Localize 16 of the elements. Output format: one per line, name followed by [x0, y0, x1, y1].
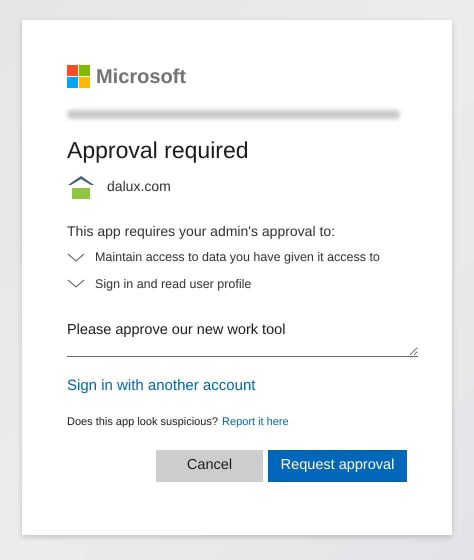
report-question: Does this app look suspicious?	[67, 414, 218, 430]
report-link[interactable]: Report it here	[222, 414, 289, 430]
switch-account-link[interactable]: Sign in with another account	[67, 375, 256, 398]
chevron-icon	[67, 279, 85, 288]
intro-text: This app requires your admin's approval to:	[67, 222, 336, 241]
brand-name: Microsoft	[96, 66, 186, 86]
dialog-title: Approval required	[67, 136, 250, 165]
app-domain: dalux.com	[107, 177, 171, 196]
house-icon	[67, 174, 95, 199]
logo-icon	[67, 65, 90, 88]
request-approval-button[interactable]: Request approval	[268, 450, 407, 482]
permission-item[interactable]: Maintain access to data you have given it access to	[67, 248, 407, 266]
cancel-button[interactable]: Cancel	[156, 450, 263, 482]
permission-item[interactable]: Sign in and read user profile	[67, 274, 407, 294]
chevron-icon	[67, 252, 85, 262]
message-field[interactable]: Please approve our new work tool	[67, 317, 418, 358]
